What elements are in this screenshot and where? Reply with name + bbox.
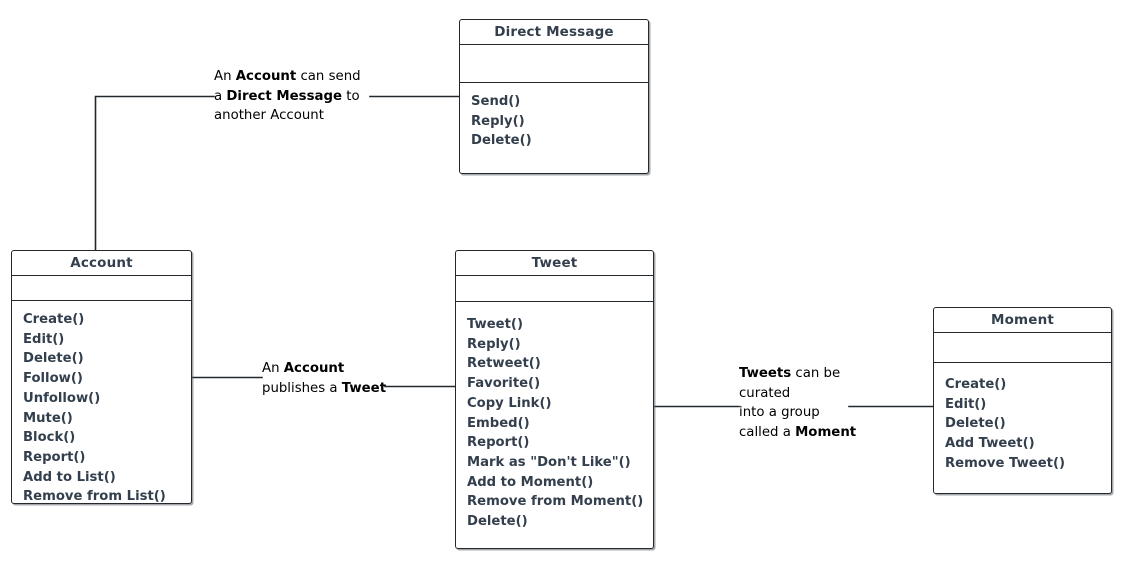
method-item[interactable]: Unfollow() [23,389,191,409]
method-item[interactable]: Delete() [471,131,648,151]
class-title-moment: Moment [934,308,1111,333]
method-item[interactable]: Block() [23,428,191,448]
class-methods-direct-message: Send() Reply() Delete() [460,83,648,160]
method-item[interactable]: Reply() [467,335,653,355]
class-methods-account: Create() Edit() Delete() Follow() Unfoll… [12,301,191,516]
method-item[interactable]: Reply() [471,112,648,132]
relationship-label-line: An Account can send [214,69,361,84]
method-item[interactable]: Create() [945,375,1111,395]
method-item[interactable]: Create() [23,310,191,330]
method-item[interactable]: Copy Link() [467,394,653,414]
method-item[interactable]: Mark as "Don't Like"() [467,453,653,473]
uml-class-diagram: Direct Message Send() Reply() Delete() A… [0,0,1124,569]
method-item[interactable]: Delete() [23,349,191,369]
method-item[interactable]: Delete() [945,414,1111,434]
connector-account-direct-message [94,95,215,255]
method-item[interactable]: Send() [471,92,648,112]
method-item[interactable]: Follow() [23,369,191,389]
method-item[interactable]: Remove from Moment() [467,492,653,512]
method-item[interactable]: Remove Tweet() [945,454,1111,474]
method-item[interactable]: Mute() [23,409,191,429]
class-box-tweet[interactable]: Tweet Tweet() Reply() Retweet() Favorite… [455,250,654,549]
class-box-account[interactable]: Account Create() Edit() Delete() Follow(… [11,250,192,504]
class-attributes-account [12,276,191,301]
relationship-label-line: another Account [214,108,324,123]
method-item[interactable]: Tweet() [467,315,653,335]
method-item[interactable]: Report() [467,433,653,453]
relationship-label-line: Tweets can be [739,366,841,381]
class-box-direct-message[interactable]: Direct Message Send() Reply() Delete() [459,19,649,174]
method-item[interactable]: Remove from List() [23,487,191,507]
method-item[interactable]: Delete() [467,512,653,532]
method-item[interactable]: Edit() [23,330,191,350]
relationship-label-line: a Direct Message to [214,88,360,104]
method-item[interactable]: Report() [23,448,191,468]
class-title-account: Account [12,251,191,276]
relationship-label-line: publishes a Tweet [262,380,387,396]
method-item[interactable]: Favorite() [467,374,653,394]
method-item[interactable]: Add to Moment() [467,473,653,493]
class-box-moment[interactable]: Moment Create() Edit() Delete() Add Twee… [933,307,1112,494]
relationship-label-line: called a Moment [739,424,857,440]
class-title-tweet: Tweet [456,251,653,276]
relationship-label-line: curated [739,385,791,401]
method-item[interactable]: Retweet() [467,354,653,374]
class-title-direct-message: Direct Message [460,20,648,45]
relationship-label-account-direct-message: An Account can send a Direct Message to an… [214,67,361,126]
relationship-label-line: into a group [739,405,820,420]
relationship-label-tweet-moment: Tweets can be curated into a group called a… [739,364,856,442]
method-item[interactable]: Embed() [467,414,653,434]
class-attributes-direct-message [460,45,648,83]
method-item[interactable]: Edit() [945,395,1111,415]
relationship-label-line: An Account [262,361,345,376]
class-attributes-moment [934,333,1111,363]
method-item[interactable]: Add to List() [23,468,191,488]
method-item[interactable]: Add Tweet() [945,434,1111,454]
relationship-label-account-tweet: An Account publishes a Tweet [262,359,386,398]
class-attributes-tweet [456,276,653,302]
class-methods-moment: Create() Edit() Delete() Add Tweet() Rem… [934,363,1111,483]
class-methods-tweet: Tweet() Reply() Retweet() Favorite() Cop… [456,302,653,541]
